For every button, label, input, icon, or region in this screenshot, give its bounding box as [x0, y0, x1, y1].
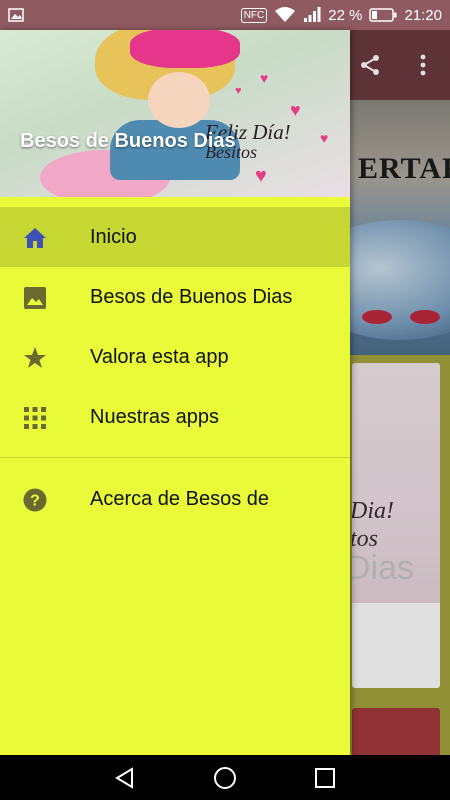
menu-divider [0, 457, 350, 458]
menu-item-label: Valora esta app [90, 345, 229, 368]
header-illustration-face [148, 72, 210, 128]
recents-icon[interactable] [312, 765, 338, 791]
image-icon [22, 285, 48, 311]
nfc-icon: NFC [240, 7, 268, 23]
svg-text:?: ? [30, 493, 40, 510]
star-icon [22, 345, 48, 371]
header-illustration-bow [130, 30, 240, 68]
back-icon[interactable] [112, 765, 138, 791]
menu-item-inicio[interactable]: Inicio [0, 207, 350, 267]
system-nav-bar [0, 755, 450, 800]
apps-grid-icon [22, 405, 48, 431]
menu-item-label: Inicio [90, 225, 137, 248]
menu-item-label: Acerca de Besos de [90, 487, 269, 510]
signal-icon [303, 7, 321, 23]
heart-icon: ♥ [260, 70, 269, 86]
help-icon: ? [22, 487, 48, 513]
menu-item-besos[interactable]: Besos de Buenos Dias [0, 267, 350, 327]
menu-item-label: Nuestras apps [90, 405, 219, 428]
clock: 21:20 [404, 6, 442, 24]
menu-item-valora[interactable]: Valora esta app [0, 327, 350, 387]
home-nav-icon[interactable] [212, 765, 238, 791]
navigation-drawer: ♥ ♥ ♥ ♥ ♥ Feliz Día! Besitos Besos de Bu… [0, 30, 350, 755]
battery-percent: 22 % [328, 6, 363, 24]
wifi-icon [274, 7, 296, 23]
drawer-header: ♥ ♥ ♥ ♥ ♥ Feliz Día! Besitos Besos de Bu… [0, 30, 350, 197]
battery-icon [369, 8, 397, 22]
menu-item-nuestras-apps[interactable]: Nuestras apps [0, 387, 350, 447]
drawer-menu: Inicio Besos de Buenos Dias Valora esta … [0, 207, 350, 529]
status-bar: NFC 22 % 21:20 [0, 0, 450, 30]
drawer-header-title: Besos de Buenos Dias [20, 130, 236, 152]
gallery-notification-icon [8, 8, 24, 22]
menu-item-acerca[interactable]: ? Acerca de Besos de [0, 469, 350, 529]
heart-icon: ♥ [320, 130, 329, 146]
heart-icon: ♥ [255, 165, 267, 187]
menu-item-label: Besos de Buenos Dias [90, 285, 293, 308]
home-icon [22, 225, 48, 251]
heart-icon: ♥ [235, 85, 242, 97]
heart-icon: ♥ [290, 100, 301, 120]
